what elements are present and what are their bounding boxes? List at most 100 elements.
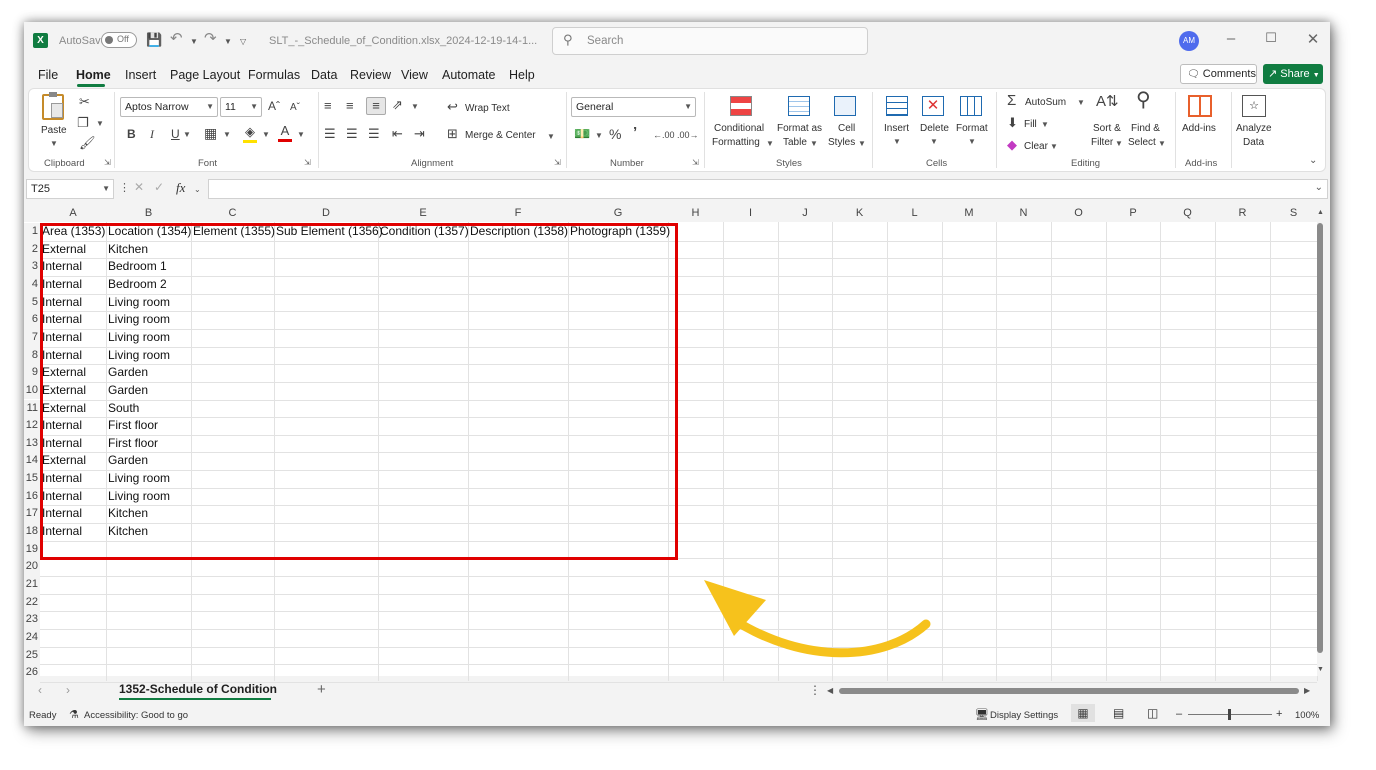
row-header-22[interactable]: 22 — [24, 593, 40, 612]
font-color-dropdown-icon[interactable]: ▼ — [297, 130, 305, 139]
column-header-r[interactable]: R — [1215, 205, 1270, 222]
align-center-icon[interactable]: ☰ — [346, 126, 358, 142]
redo-icon[interactable]: ↷ — [204, 31, 217, 47]
column-header-q[interactable]: Q — [1160, 205, 1215, 222]
insert-function-icon[interactable]: fx — [176, 180, 185, 196]
comments-button[interactable]: 🗨 Comments — [1180, 64, 1257, 84]
italic-button[interactable]: I — [150, 126, 154, 142]
undo-icon[interactable]: ↶ — [170, 31, 183, 47]
scroll-left-icon[interactable]: ◀ — [827, 686, 833, 695]
dialog-launcher-icon[interactable]: ⇲ — [304, 158, 311, 167]
row-header-18[interactable]: 18 — [24, 523, 40, 541]
zoom-out-icon[interactable]: – — [1176, 708, 1182, 720]
dialog-launcher-icon[interactable]: ⇲ — [104, 158, 111, 167]
save-icon[interactable]: 💾 — [146, 32, 162, 48]
format-as-table-label-2[interactable]: Table — [783, 136, 807, 149]
percent-icon[interactable]: % — [609, 126, 621, 142]
column-header-n[interactable]: N — [996, 205, 1051, 222]
tab-formulas[interactable]: Formulas — [248, 68, 300, 82]
horizontal-scrollbar[interactable]: ◀ ▶ — [827, 686, 1312, 696]
sort-dropdown-icon[interactable]: ▼ — [1115, 139, 1123, 148]
wrap-text-button[interactable]: Wrap Text — [465, 102, 510, 115]
enter-icon[interactable]: ✓ — [154, 180, 164, 194]
cancel-icon[interactable]: ✕ — [134, 180, 144, 194]
cell-styles-label-1[interactable]: Cell — [838, 122, 855, 135]
row-header-23[interactable]: 23 — [24, 611, 40, 629]
row-header-5[interactable]: 5 — [24, 293, 40, 312]
display-settings-icon[interactable]: 🖥 — [975, 708, 989, 721]
bold-button[interactable]: B — [127, 126, 136, 142]
row-header-20[interactable]: 20 — [24, 558, 40, 576]
column-header-m[interactable]: M — [942, 205, 996, 222]
format-dropdown-icon[interactable]: ▼ — [968, 137, 976, 146]
borders-icon[interactable]: ▦ — [204, 125, 217, 141]
column-header-c[interactable]: C — [191, 205, 274, 222]
format-table-dropdown-icon[interactable]: ▼ — [810, 139, 818, 148]
format-as-table-icon[interactable] — [788, 96, 810, 116]
format-cells-icon[interactable] — [960, 96, 982, 116]
row-header-14[interactable]: 14 — [24, 452, 40, 471]
prev-sheet-icon[interactable]: ‹ — [38, 683, 42, 697]
borders-dropdown-icon[interactable]: ▼ — [223, 130, 231, 139]
next-sheet-icon[interactable]: › — [66, 683, 70, 697]
scroll-thumb-horizontal[interactable] — [839, 688, 1299, 694]
increase-indent-icon[interactable]: ⇥ — [414, 126, 425, 142]
merge-center-icon[interactable]: ⊞ — [447, 126, 458, 142]
row-header-9[interactable]: 9 — [24, 364, 40, 382]
column-header-o[interactable]: O — [1051, 205, 1106, 222]
normal-view-icon[interactable]: ▦ — [1071, 704, 1095, 722]
redo-dropdown-icon[interactable]: ▼ — [224, 37, 232, 46]
dialog-launcher-icon[interactable]: ⇲ — [554, 158, 561, 167]
more-icon[interactable]: ⋮ — [119, 181, 130, 194]
analyze-data-label-1[interactable]: Analyze — [1236, 122, 1272, 135]
conditional-formatting-label-2[interactable]: Formatting — [712, 136, 760, 149]
dialog-launcher-icon[interactable]: ⇲ — [692, 158, 699, 167]
currency-dropdown-icon[interactable]: ▼ — [595, 131, 603, 140]
column-header-e[interactable]: E — [378, 205, 468, 222]
conditional-formatting-icon[interactable] — [730, 96, 752, 116]
cell-styles-dropdown-icon[interactable]: ▼ — [858, 139, 866, 148]
row-header-3[interactable]: 3 — [24, 258, 40, 276]
sort-filter-label-1[interactable]: Sort & — [1093, 122, 1121, 135]
increase-font-icon[interactable]: Aˆ — [268, 98, 280, 114]
font-size-select[interactable]: 11 ▼ — [220, 97, 262, 117]
page-layout-view-icon[interactable]: ▤ — [1113, 706, 1124, 720]
format-cells-label[interactable]: Format — [956, 122, 988, 135]
row-header-8[interactable]: 8 — [24, 346, 40, 365]
delete-dropdown-icon[interactable]: ▼ — [930, 137, 938, 146]
scroll-thumb-vertical[interactable] — [1317, 223, 1323, 653]
zoom-slider[interactable] — [1188, 709, 1272, 720]
insert-dropdown-icon[interactable]: ▼ — [893, 137, 901, 146]
copy-icon[interactable]: ❐ — [77, 115, 89, 131]
display-settings-button[interactable]: Display Settings — [990, 710, 1058, 721]
column-header-a[interactable]: A — [40, 205, 106, 222]
formula-input[interactable]: ⌄ — [208, 179, 1328, 199]
scroll-up-icon[interactable]: ▲ — [1317, 209, 1324, 216]
sheet-tab-active[interactable]: 1352-Schedule of Condition — [119, 682, 277, 696]
decrease-font-icon[interactable]: Aˇ — [290, 100, 300, 116]
expand-formula-icon[interactable]: ⌄ — [1315, 182, 1323, 193]
align-left-icon[interactable]: ☰ — [324, 126, 336, 142]
tab-insert[interactable]: Insert — [125, 68, 156, 82]
maximize-icon[interactable]: ☐ — [1261, 30, 1281, 46]
align-top-icon[interactable]: ≡ — [324, 98, 332, 114]
find-dropdown-icon[interactable]: ▼ — [1158, 139, 1166, 148]
tab-view[interactable]: View — [401, 68, 428, 82]
column-header-p[interactable]: P — [1106, 205, 1160, 222]
row-header-1[interactable]: 1 — [24, 223, 40, 241]
ribbon-collapse-icon[interactable]: ⌄ — [1309, 155, 1317, 166]
format-painter-icon[interactable]: 🖌 — [79, 135, 96, 151]
merge-center-button[interactable]: Merge & Center — [465, 129, 536, 142]
autosum-dropdown-icon[interactable]: ▼ — [1077, 98, 1085, 107]
avatar[interactable]: AM — [1179, 31, 1199, 51]
share-button[interactable]: ↗ Share ▼ — [1263, 64, 1323, 84]
row-header-16[interactable]: 16 — [24, 487, 40, 506]
row-header-25[interactable]: 25 — [24, 646, 40, 665]
zoom-level[interactable]: 100% — [1295, 710, 1319, 721]
add-ins-icon[interactable] — [1188, 95, 1212, 117]
column-header-h[interactable]: H — [668, 205, 723, 222]
column-header-g[interactable]: G — [568, 205, 668, 222]
row-header-24[interactable]: 24 — [24, 628, 40, 647]
add-sheet-button[interactable]: + — [317, 681, 326, 698]
align-right-icon[interactable]: ☰ — [368, 126, 380, 142]
